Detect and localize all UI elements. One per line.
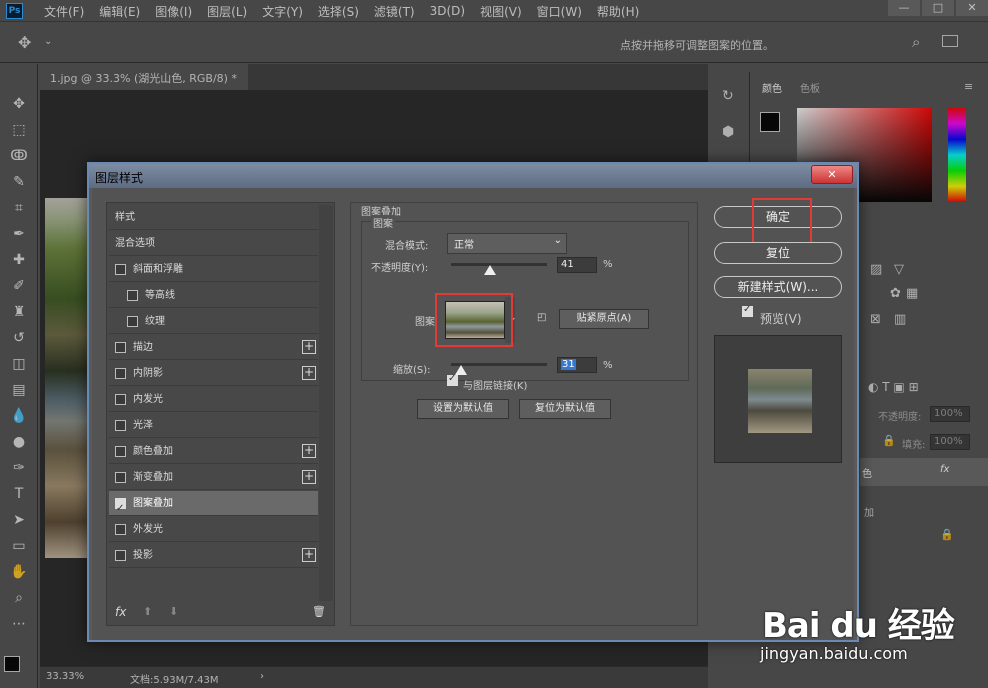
style-item[interactable]: 内发光 <box>109 387 318 412</box>
highlight-ok <box>752 198 812 244</box>
blend-mode-label: 混合模式: <box>385 241 429 252</box>
style-item-label: 投影 <box>133 550 153 561</box>
style-checkbox[interactable] <box>115 472 126 483</box>
scale-label: 缩放(S): <box>393 365 431 376</box>
style-item-label: 外发光 <box>133 524 163 535</box>
style-item-label: 斜面和浮雕 <box>133 264 183 275</box>
style-item-label: 渐变叠加 <box>133 472 173 483</box>
style-item[interactable]: 纹理 <box>109 309 318 334</box>
chevron-down-icon: ⌄ <box>553 235 562 246</box>
new-preset-icon[interactable]: ◰ <box>537 312 546 323</box>
set-default-button[interactable]: 设置为默认值 <box>417 399 509 419</box>
style-item[interactable]: 内阴影 + <box>109 361 318 386</box>
style-item-label: 颜色叠加 <box>133 446 173 457</box>
add-style-icon[interactable]: + <box>302 366 316 380</box>
style-checkbox[interactable] <box>115 496 126 521</box>
percent-sign: % <box>603 259 613 270</box>
preview-label: 预览(V) <box>760 312 802 326</box>
style-item-label: 描边 <box>133 342 153 353</box>
percent-sign: % <box>603 360 613 371</box>
scale-input[interactable]: 31 <box>557 357 597 373</box>
dialog-title: 图层样式 <box>89 164 857 188</box>
fx-menu-icon[interactable]: fx <box>115 605 126 619</box>
style-checkbox[interactable] <box>115 420 126 431</box>
add-style-icon[interactable]: + <box>302 444 316 458</box>
style-item-label: 光泽 <box>133 420 153 431</box>
styles-list-footer: fx ⬆ ⬇ 🗑 <box>107 601 334 625</box>
opacity-slider-track[interactable] <box>451 263 547 266</box>
reset-button[interactable]: 复位 <box>714 242 842 264</box>
blend-mode-value: 正常 <box>454 240 474 251</box>
watermark-brand: Bai du 经验 <box>762 606 955 646</box>
opacity-input[interactable]: 41 <box>557 257 597 273</box>
style-checkbox[interactable] <box>115 394 126 405</box>
style-item[interactable]: 描边 + <box>109 335 318 360</box>
preview-box <box>714 335 842 463</box>
pattern-overlay-panel: 图案叠加 图案 混合模式: 正常 ⌄ 不透明度(Y): 41 % 图案 ⌄ ◰ … <box>350 202 698 626</box>
style-item-label: 等高线 <box>145 290 175 301</box>
style-item-label: 内发光 <box>133 394 163 405</box>
baidu-watermark: Bai du 经验 jingyan.baidu.com <box>758 580 988 680</box>
preview-thumbnail <box>748 369 812 433</box>
style-item[interactable]: 光泽 <box>109 413 318 438</box>
style-item[interactable]: 图案叠加 <box>109 491 318 521</box>
add-style-icon[interactable]: + <box>302 340 316 354</box>
style-checkbox[interactable] <box>115 524 126 535</box>
move-down-icon[interactable]: ⬇ <box>169 605 178 618</box>
pattern-label: 图案 <box>415 317 435 328</box>
preview-checkbox[interactable] <box>742 304 753 317</box>
opacity-slider-handle[interactable] <box>484 265 497 275</box>
style-checkbox[interactable] <box>115 368 126 379</box>
layer-style-dialog: 图层样式 ✕ 样式 混合选项 斜面和浮雕等高线纹理描边 + 内阴影 + 内发光光泽颜色叠… <box>87 162 859 642</box>
style-item-label: 纹理 <box>145 316 165 327</box>
snap-origin-button[interactable]: 贴紧原点(A) <box>559 309 649 329</box>
styles-list: 样式 混合选项 斜面和浮雕等高线纹理描边 + 内阴影 + 内发光光泽颜色叠加 + 渐变叠加 +… <box>106 202 335 626</box>
subsection-title: 图案 <box>371 215 395 230</box>
link-layer-checkbox[interactable] <box>447 373 458 386</box>
styles-scrollbar[interactable] <box>319 205 333 601</box>
style-checkbox[interactable] <box>115 342 126 353</box>
style-item-label: 图案叠加 <box>133 498 173 509</box>
dialog-body: 样式 混合选项 斜面和浮雕等高线纹理描边 + 内阴影 + 内发光光泽颜色叠加 + 渐变叠加 +… <box>92 188 854 640</box>
move-up-icon[interactable]: ⬆ <box>143 605 152 618</box>
style-item[interactable]: 外发光 <box>109 517 318 542</box>
style-checkbox[interactable] <box>127 316 138 327</box>
style-checkbox[interactable] <box>127 290 138 301</box>
highlight-pattern <box>435 293 513 347</box>
watermark-url: jingyan.baidu.com <box>760 644 908 663</box>
style-checkbox[interactable] <box>115 550 126 561</box>
blend-mode-select[interactable]: 正常 ⌄ <box>447 233 567 254</box>
reset-default-button[interactable]: 复位为默认值 <box>519 399 611 419</box>
blend-options-item[interactable]: 混合选项 <box>109 231 318 256</box>
add-style-icon[interactable]: + <box>302 548 316 562</box>
add-style-icon[interactable]: + <box>302 470 316 484</box>
trash-icon[interactable]: 🗑 <box>312 605 326 618</box>
style-item[interactable]: 渐变叠加 + <box>109 465 318 490</box>
style-item-label: 内阴影 <box>133 368 163 379</box>
style-checkbox[interactable] <box>115 446 126 457</box>
link-layer-label: 与图层链接(K) <box>463 381 528 392</box>
dialog-close-button[interactable]: ✕ <box>811 165 853 184</box>
new-style-button[interactable]: 新建样式(W)... <box>714 276 842 298</box>
styles-header[interactable]: 样式 <box>109 205 318 230</box>
scale-value: 31 <box>561 359 576 370</box>
style-item[interactable]: 等高线 <box>109 283 318 308</box>
style-item[interactable]: 投影 + <box>109 543 318 568</box>
scale-slider-handle[interactable] <box>454 365 467 375</box>
style-checkbox[interactable] <box>115 264 126 275</box>
style-item[interactable]: 斜面和浮雕 <box>109 257 318 282</box>
style-item[interactable]: 颜色叠加 + <box>109 439 318 464</box>
opacity-label: 不透明度(Y): <box>371 263 429 274</box>
